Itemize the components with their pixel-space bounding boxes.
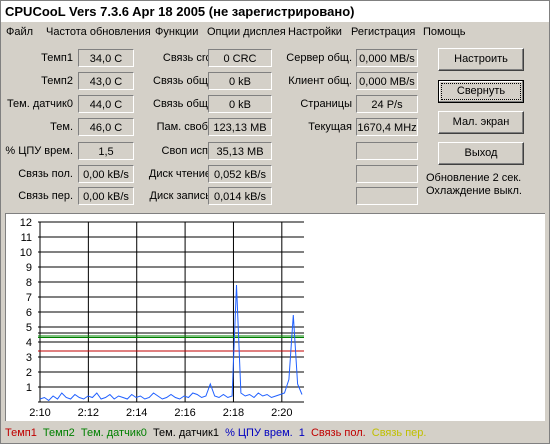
label-pages: Страницы <box>300 98 352 110</box>
label-temp: Тем. <box>50 121 73 133</box>
y-tick-label: 12 <box>20 217 32 229</box>
value-temp: 46,0 C <box>78 118 134 136</box>
y-tick-label: 5 <box>26 322 32 334</box>
label-disk-write: Диск запись <box>149 190 211 202</box>
value-empty-1 <box>356 142 418 160</box>
value-empty-2 <box>356 165 418 183</box>
value-client-total: 0,000 MB/s <box>356 72 418 90</box>
value-sensor0: 44,0 C <box>78 95 134 113</box>
monitor-graph: 2:10 2:12 2:14 2:16 2:18 2:20 1 2 3 4 5 6 7 8 9 10 11 12 <box>5 213 545 421</box>
y-tick-label: 8 <box>26 277 32 289</box>
legend-cpu-time: % ЦПУ врем. <box>225 427 293 439</box>
monitor-chart: 2:10 2:12 2:14 2:16 2:18 2:20123456789101112 <box>20 217 304 419</box>
value-net-total-1: 0 kB <box>208 72 272 90</box>
x-tick-label: 2:18 <box>223 407 244 419</box>
value-net-recv: 0,00 kB/s <box>78 165 134 183</box>
legend-sensor0: Тем. датчик0 <box>80 427 147 439</box>
label-mem-free: Пам. своб. <box>156 121 211 133</box>
menu-functions[interactable]: Функции <box>153 23 200 41</box>
value-disk-write: 0,014 kB/s <box>208 187 272 205</box>
legend-temp1: Темп1 <box>5 427 37 439</box>
label-sensor0: Тем. датчик0 <box>6 98 73 110</box>
value-empty-3 <box>356 187 418 205</box>
value-pages: 24 P/s <box>356 95 418 113</box>
y-tick-label: 3 <box>26 352 32 364</box>
label-net-send: Связь пер. <box>18 190 73 202</box>
label-swap-used: Своп исп. <box>161 145 211 157</box>
label-temp1: Темп1 <box>41 52 73 64</box>
minimize-button[interactable]: Свернуть <box>438 80 524 103</box>
value-temp2: 43,0 C <box>78 72 134 90</box>
y-tick-label: 4 <box>26 337 32 349</box>
menu-file[interactable]: Файл <box>4 23 35 41</box>
label-net-total-2: Связь общ. <box>153 98 211 110</box>
y-tick-label: 1 <box>26 382 32 394</box>
settings-button[interactable]: Настроить <box>438 48 524 71</box>
menu-settings[interactable]: Настройки <box>286 23 344 41</box>
value-mem-free: 123,13 MB <box>208 118 272 136</box>
menu-update-rate[interactable]: Частота обновления <box>44 23 153 41</box>
menu-help[interactable]: Помощь <box>421 23 468 41</box>
value-server-total: 0,000 MB/s <box>356 49 418 67</box>
value-swap-used: 35,13 MB <box>208 142 272 160</box>
y-tick-label: 7 <box>26 292 32 304</box>
graph-legend: Темп1 Темп2 Тем. датчик0 Тем. датчик1 % … <box>5 426 429 440</box>
x-tick-label: 2:14 <box>126 407 147 419</box>
label-temp2: Темп2 <box>41 75 73 87</box>
label-server-total: Сервер общ. <box>286 52 352 64</box>
x-tick-label: 2:20 <box>271 407 292 419</box>
value-net-total-2: 0 kB <box>208 95 272 113</box>
value-net-send: 0,00 kB/s <box>78 187 134 205</box>
value-net-crc: 0 CRC <box>208 49 272 67</box>
legend-net-recv: Связь пол. <box>310 427 366 439</box>
label-current-freq: Текущая <box>308 121 352 133</box>
y-tick-label: 10 <box>20 247 32 259</box>
y-tick-label: 2 <box>26 367 32 379</box>
legend-cpu-index: 1 <box>298 427 305 439</box>
y-tick-label: 11 <box>21 232 32 244</box>
window-title: CPUCooL Vers 7.3.6 Apr 18 2005 (не зарег… <box>1 1 549 22</box>
label-disk-read: Диск чтение <box>148 168 211 180</box>
x-tick-label: 2:10 <box>29 407 50 419</box>
y-tick-label: 9 <box>26 262 32 274</box>
status-cooling: Охлаждение выкл. <box>426 185 522 197</box>
exit-button[interactable]: Выход <box>438 142 524 165</box>
legend-temp2: Темп2 <box>42 427 75 439</box>
legend-net-send: Связь пер. <box>371 427 427 439</box>
label-net-crc: Связь crc <box>162 52 211 64</box>
value-temp1: 34,0 C <box>78 49 134 67</box>
x-tick-label: 2:16 <box>174 407 195 419</box>
value-disk-read: 0,052 kB/s <box>208 165 272 183</box>
value-cpu-time: 1,5 <box>78 142 134 160</box>
label-client-total: Клиент общ. <box>288 75 352 87</box>
value-current-freq: 1670,4 MHz <box>356 118 418 136</box>
label-cpu-time: % ЦПУ врем. <box>5 145 73 157</box>
label-net-recv: Связь пол. <box>18 168 73 180</box>
menu-display-options[interactable]: Опции дисплея <box>205 23 288 41</box>
legend-sensor1: Тем. датчик1 <box>152 427 219 439</box>
label-net-total-1: Связь общ. <box>153 75 211 87</box>
status-update-interval: Обновление 2 сек. <box>426 172 522 184</box>
y-tick-label: 6 <box>26 307 32 319</box>
menu-registration[interactable]: Регистрация <box>349 23 417 41</box>
series-line <box>39 284 303 402</box>
x-tick-label: 2:12 <box>78 407 99 419</box>
small-screen-button[interactable]: Мал. экран <box>438 111 524 134</box>
cpucool-window: CPUCooL Vers 7.3.6 Apr 18 2005 (не зарег… <box>0 0 550 444</box>
menu-bar: Файл Частота обновления Функции Опции ди… <box>1 23 549 41</box>
